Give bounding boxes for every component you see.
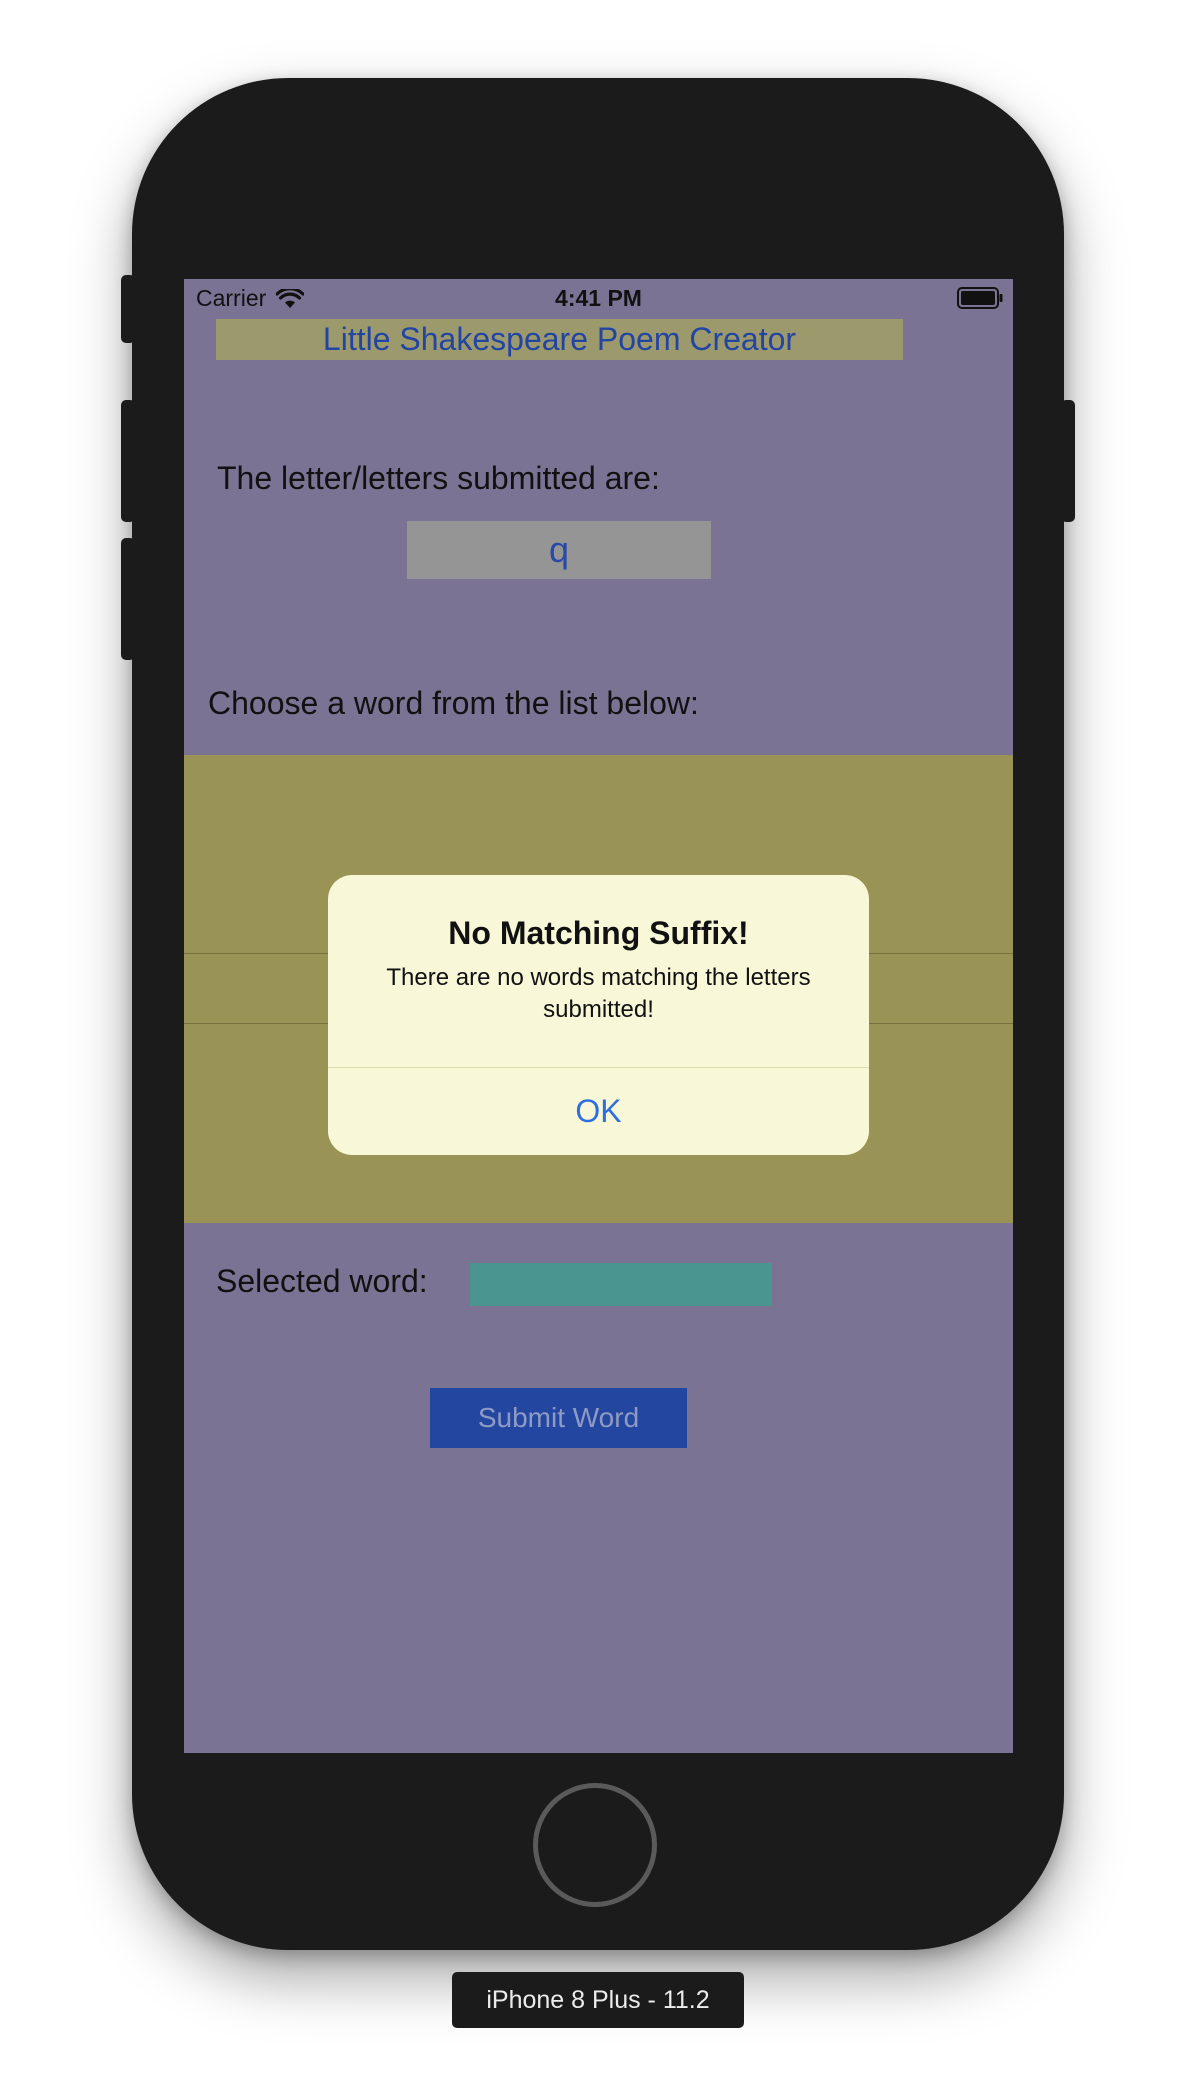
alert-title: No Matching Suffix! [448,915,749,951]
volume-down-button [121,538,135,660]
mute-switch [121,275,135,343]
submit-word-button[interactable]: Submit Word [430,1388,687,1448]
selected-word-label: Selected word: [216,1263,428,1299]
letters-submitted-value: q [407,521,711,579]
app-title: Little Shakespeare Poem Creator [216,319,903,360]
home-button[interactable] [533,1783,657,1907]
volume-up-button [121,400,135,522]
letters-submitted-label: The letter/letters submitted are: [217,460,660,496]
app-screen: Carrier 4:41 PM Little Shakespeare Poem … [184,279,1013,1753]
alert-ok-button[interactable]: OK [328,1068,869,1155]
choose-word-label: Choose a word from the list below: [208,685,699,721]
battery-icon [957,287,1003,309]
selected-word-field[interactable] [470,1263,772,1306]
status-bar: Carrier 4:41 PM [184,279,1013,319]
alert-message: There are no words matching the letters … [386,964,811,1023]
simulator-device-label: iPhone 8 Plus - 11.2 [452,1972,744,2028]
no-matching-suffix-alert: No Matching Suffix! There are no words m… [328,875,869,1155]
power-button [1061,400,1075,522]
status-time: 4:41 PM [555,285,642,311]
